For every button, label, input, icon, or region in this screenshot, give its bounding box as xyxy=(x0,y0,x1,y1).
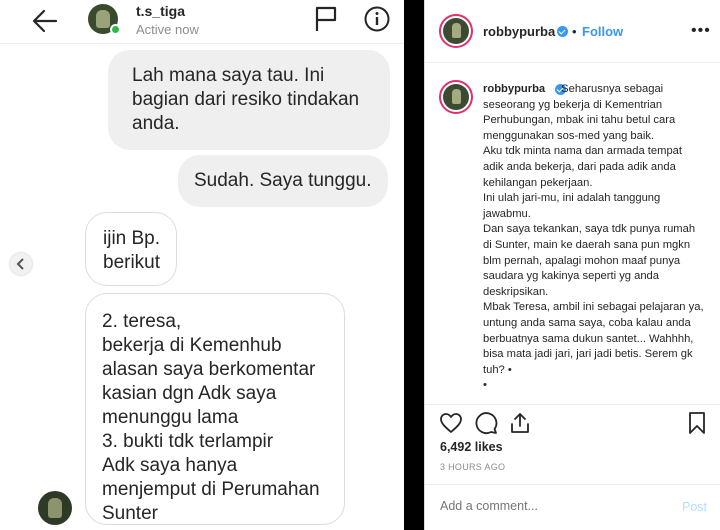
sender-avatar xyxy=(38,491,72,525)
share-icon[interactable] xyxy=(508,411,532,435)
caption-avatar[interactable] xyxy=(439,80,473,114)
chat-screenshot: t.s_tiga Active now Lah mana saya tau. I… xyxy=(0,0,404,530)
caption-username[interactable]: robbypurba xyxy=(483,83,545,95)
flag-icon[interactable] xyxy=(314,6,338,32)
message-bubble-sent: Sudah. Saya tunggu. xyxy=(178,155,388,207)
info-icon[interactable] xyxy=(364,6,390,32)
comment-bar: Post xyxy=(425,484,720,530)
chat-status: Active now xyxy=(136,22,199,37)
chat-header: t.s_tiga Active now xyxy=(0,0,404,44)
verified-icon xyxy=(557,26,568,37)
message-bubble-received: ijin Bp. berikut xyxy=(85,212,177,286)
chevron-left-icon xyxy=(16,258,24,270)
online-indicator xyxy=(110,24,121,35)
post-caption: robbypurba Seharusnya sebagai seseorang y… xyxy=(483,82,705,394)
carousel-prev-button[interactable] xyxy=(10,253,32,275)
heart-icon[interactable] xyxy=(439,411,463,435)
post-actions xyxy=(425,404,720,436)
post-timestamp[interactable]: 3 HOURS AGO xyxy=(440,462,505,472)
comment-input[interactable] xyxy=(440,499,660,513)
message-bubble-sent: Lah mana saya tau. Ini bagian dari resik… xyxy=(108,50,390,150)
follow-button[interactable]: Follow xyxy=(582,24,623,39)
caption-text: Seharusnya sebagai seseorang yg bekerja … xyxy=(483,83,704,392)
message-bubble-received: 2. teresa, bekerja di Kemenhub alasan sa… xyxy=(85,293,345,525)
message-text: Sudah. Saya tunggu. xyxy=(194,170,372,191)
header-separator: • xyxy=(572,24,577,39)
bookmark-icon[interactable] xyxy=(685,411,709,435)
back-arrow-icon[interactable] xyxy=(30,6,60,36)
post-comment-button[interactable]: Post xyxy=(682,500,707,514)
instagram-post-panel: robbypurba • Follow ••• robbypurba Seharu… xyxy=(424,0,720,530)
comment-icon[interactable] xyxy=(474,411,498,435)
panel-divider xyxy=(404,0,424,530)
more-options-icon[interactable]: ••• xyxy=(691,22,711,40)
post-username[interactable]: robbypurba xyxy=(483,24,555,39)
message-text: Lah mana saya tau. Ini bagian dari resik… xyxy=(132,65,360,134)
message-text: ijin Bp. berikut xyxy=(103,228,161,273)
chat-username[interactable]: t.s_tiga xyxy=(136,3,185,19)
message-text: 2. teresa, bekerja di Kemenhub alasan sa… xyxy=(102,311,320,524)
post-header: robbypurba • Follow ••• xyxy=(425,0,720,63)
profile-avatar[interactable] xyxy=(439,14,473,48)
like-count[interactable]: 6,492 likes xyxy=(440,440,503,454)
